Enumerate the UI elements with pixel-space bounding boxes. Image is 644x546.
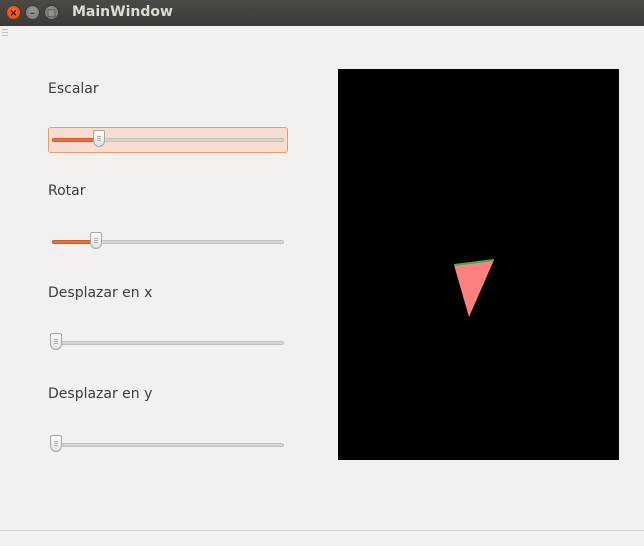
triangle-shape	[454, 260, 494, 317]
slider-track	[52, 443, 284, 447]
translate-x-label: Desplazar en x	[48, 285, 153, 301]
translate-y-label: Desplazar en y	[48, 386, 153, 402]
slider-handle[interactable]	[93, 130, 105, 147]
slider-handle[interactable]	[90, 232, 102, 249]
title-bar: × – □ MainWindow	[0, 0, 644, 26]
rotate-slider[interactable]	[50, 232, 286, 252]
window-title: MainWindow	[72, 4, 173, 20]
slider-handle[interactable]	[50, 333, 62, 350]
toolbar-grip-icon[interactable]	[2, 29, 8, 37]
translate-x-slider[interactable]	[50, 333, 286, 353]
slider-track	[52, 341, 284, 345]
canvas-drawing	[453, 259, 495, 317]
status-bar	[0, 530, 644, 531]
maximize-icon[interactable]: □	[44, 5, 59, 20]
close-icon[interactable]: ×	[6, 5, 21, 20]
slider-handle[interactable]	[50, 435, 62, 452]
minimize-icon[interactable]: –	[25, 5, 40, 20]
render-canvas[interactable]	[338, 69, 619, 460]
translate-y-slider[interactable]	[50, 435, 286, 455]
scale-label: Escalar	[48, 81, 99, 97]
rotate-label: Rotar	[48, 183, 86, 199]
scale-slider[interactable]	[50, 130, 286, 150]
